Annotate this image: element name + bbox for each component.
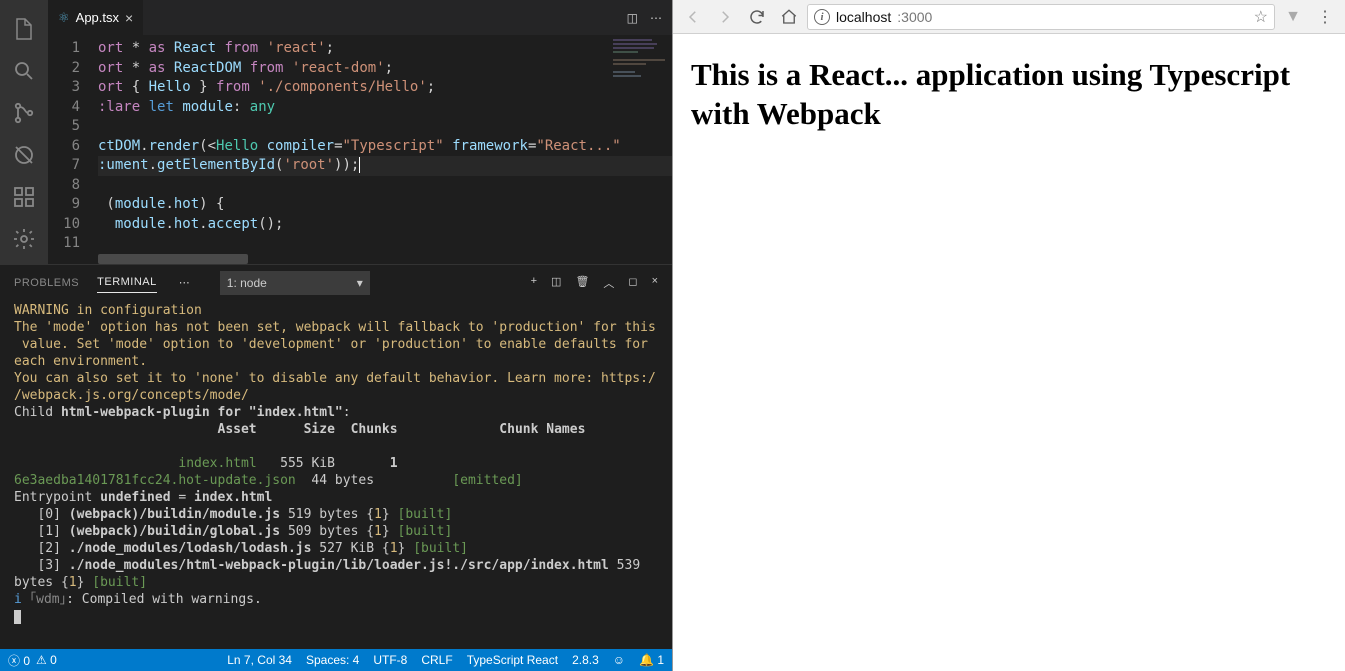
- tab-app-tsx[interactable]: ⚛ App.tsx ×: [48, 0, 143, 35]
- chevron-up-icon[interactable]: ︿: [603, 275, 614, 291]
- terminal-selector[interactable]: 1: node▾: [220, 271, 370, 295]
- vscode-window: ⚛ App.tsx × ◫ ⋯ 1234567891011 ort * as R…: [0, 0, 672, 671]
- react-file-icon: ⚛: [58, 10, 70, 26]
- status-eol[interactable]: CRLF: [421, 653, 452, 667]
- new-terminal-icon[interactable]: +: [531, 275, 537, 291]
- extensions-icon[interactable]: [0, 176, 48, 218]
- horizontal-scrollbar[interactable]: [98, 254, 248, 264]
- status-bar: ⓧ 0 ⚠ 0 Ln 7, Col 34 Spaces: 4 UTF-8 CRL…: [0, 649, 672, 671]
- status-ln-col[interactable]: Ln 7, Col 34: [227, 653, 292, 667]
- split-terminal-icon[interactable]: ◫: [551, 275, 561, 291]
- menu-icon[interactable]: ⋮: [1311, 3, 1339, 31]
- status-ts-version[interactable]: 2.8.3: [572, 653, 599, 667]
- files-icon[interactable]: [0, 8, 48, 50]
- gear-icon[interactable]: [0, 218, 48, 260]
- tab-terminal[interactable]: TERMINAL: [97, 272, 157, 293]
- status-language[interactable]: TypeScript React: [467, 653, 558, 667]
- ext-icon[interactable]: ▼: [1279, 3, 1307, 31]
- status-encoding[interactable]: UTF-8: [373, 653, 407, 667]
- status-feedback-icon[interactable]: ☺: [613, 653, 625, 667]
- status-bell-icon[interactable]: 🔔 1: [639, 653, 664, 667]
- status-warnings[interactable]: ⚠ 0: [36, 653, 57, 667]
- kill-terminal-icon[interactable]: 🗑: [575, 275, 589, 291]
- bookmark-icon[interactable]: ☆: [1254, 7, 1268, 27]
- git-icon[interactable]: [0, 92, 48, 134]
- url-port: :3000: [897, 9, 932, 25]
- terminal-output[interactable]: WARNING in configurationThe 'mode' optio…: [0, 300, 672, 649]
- minimap[interactable]: [613, 39, 668, 109]
- tab-label: App.tsx: [76, 10, 119, 25]
- tab-problems[interactable]: PROBLEMS: [14, 273, 79, 293]
- panel: PROBLEMS TERMINAL ⋯ 1: node▾ + ◫ 🗑 ︿ ◻ ×…: [0, 264, 672, 649]
- browser-window: i localhost :3000 ☆ ▼ ⋮ This is a React..…: [672, 0, 1345, 671]
- page-content: This is a React... application using Typ…: [673, 34, 1345, 671]
- status-spaces[interactable]: Spaces: 4: [306, 653, 359, 667]
- maximize-panel-icon[interactable]: ◻: [628, 275, 637, 291]
- forward-button[interactable]: [711, 3, 739, 31]
- reload-button[interactable]: [743, 3, 771, 31]
- panel-more-icon[interactable]: ⋯: [179, 276, 190, 289]
- url-host: localhost: [836, 9, 891, 25]
- editor-tabs: ⚛ App.tsx × ◫ ⋯: [48, 0, 672, 35]
- close-panel-icon[interactable]: ×: [652, 275, 658, 291]
- debug-icon[interactable]: [0, 134, 48, 176]
- close-icon[interactable]: ×: [125, 10, 133, 26]
- code-editor[interactable]: 1234567891011 ort * as React from 'react…: [48, 35, 672, 264]
- status-errors[interactable]: ⓧ 0: [8, 652, 30, 669]
- back-button[interactable]: [679, 3, 707, 31]
- home-button[interactable]: [775, 3, 803, 31]
- address-bar[interactable]: i localhost :3000 ☆: [807, 4, 1275, 30]
- more-icon[interactable]: ⋯: [650, 11, 662, 25]
- activity-bar: [0, 0, 48, 264]
- info-icon[interactable]: i: [814, 9, 830, 25]
- split-editor-icon[interactable]: ◫: [627, 11, 638, 25]
- browser-toolbar: i localhost :3000 ☆ ▼ ⋮: [673, 0, 1345, 34]
- page-heading: This is a React... application using Typ…: [691, 56, 1327, 134]
- search-icon[interactable]: [0, 50, 48, 92]
- chevron-down-icon: ▾: [357, 276, 363, 290]
